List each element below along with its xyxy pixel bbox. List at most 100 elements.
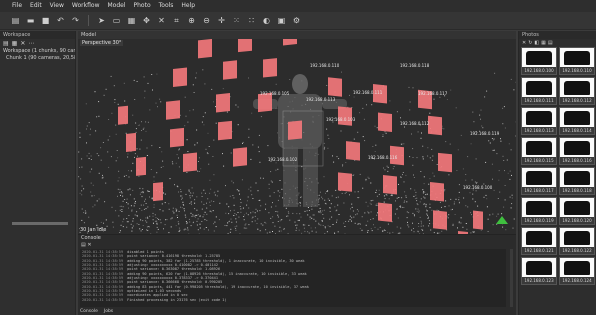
crop-icon[interactable]: ⌗: [171, 15, 182, 26]
point-cloud-dot: [501, 213, 503, 215]
point-cloud-dot: [181, 197, 183, 199]
point-cloud-dot: [408, 212, 410, 214]
point-cloud-dot: [491, 163, 493, 165]
region-icon[interactable]: ▦: [126, 15, 137, 26]
model-view[interactable]: Model 192.168.0.110 192.168.0.118 192.168.…: [78, 31, 516, 234]
point-cloud-dot: [135, 128, 137, 130]
point-cloud-dot: [108, 166, 110, 168]
point-cloud-dot: [254, 212, 256, 214]
cross-icon[interactable]: ✕: [156, 15, 167, 26]
rotate-region-icon[interactable]: ✥: [141, 15, 152, 26]
undo-icon[interactable]: ↶: [55, 15, 66, 26]
photo-thumbnail[interactable]: 192.168.0.116: [559, 137, 595, 165]
new-document-icon[interactable]: ▤: [10, 15, 21, 26]
points-view-icon[interactable]: ∷: [246, 15, 257, 26]
workspace-scrollbar[interactable]: [12, 222, 68, 225]
photo-thumbnail[interactable]: 192.168.0.112: [559, 77, 595, 105]
photo-thumbnail[interactable]: 192.168.0.110: [559, 47, 595, 75]
photos-remove-icon[interactable]: ✕: [522, 40, 526, 46]
point-cloud-dot: [117, 188, 119, 190]
model-tab[interactable]: Model: [78, 31, 516, 39]
console-scrollbar[interactable]: [510, 249, 513, 307]
zoom-in-icon[interactable]: ⊕: [186, 15, 197, 26]
point-cloud-dot: [275, 162, 277, 164]
chunk-item[interactable]: Chunk 1 (90 cameras, 20,582: [0, 55, 75, 62]
point-cloud-dot: [204, 211, 206, 213]
photo-thumbnail[interactable]: 192.168.0.124: [559, 257, 595, 285]
point-cloud-dot: [232, 182, 234, 184]
photo-label: 192.168.0.116: [560, 157, 594, 164]
photo-thumbnail[interactable]: 192.168.0.113: [521, 107, 557, 135]
menu-model[interactable]: Model: [107, 0, 125, 12]
photos-grid-icon[interactable]: ▦: [541, 40, 546, 46]
photo-thumbnail[interactable]: 192.168.0.122: [559, 227, 595, 255]
navigation-arrow-icon[interactable]: ➤: [96, 15, 107, 26]
point-cloud-dot: [108, 119, 110, 120]
photo-thumbnail[interactable]: 192.168.0.117: [521, 167, 557, 195]
point-cloud-dot: [149, 196, 150, 198]
menu-workflow[interactable]: Workflow: [72, 0, 100, 12]
point-cloud-dot: [126, 218, 128, 219]
photo-thumbnail[interactable]: 192.168.0.119: [521, 197, 557, 225]
point-cloud-dot: [300, 202, 301, 204]
grid-dots-icon[interactable]: ⁙: [231, 15, 242, 26]
point-cloud-dot: [315, 231, 317, 233]
menu-file[interactable]: File: [12, 0, 22, 12]
open-folder-icon[interactable]: ▬: [25, 15, 36, 26]
reset-view-icon[interactable]: ✛: [216, 15, 227, 26]
show-cameras-icon[interactable]: ▣: [276, 15, 287, 26]
remove-icon[interactable]: ✕: [20, 40, 25, 47]
point-cloud-dot: [429, 223, 431, 225]
redo-icon[interactable]: ↷: [70, 15, 81, 26]
point-cloud-dot: [194, 216, 196, 218]
console-log[interactable]: 2020-01-31 14:38:59 disabled 1 points 2020…: [80, 249, 506, 307]
point-cloud-dot: [351, 203, 353, 205]
point-cloud-dot: [184, 214, 186, 216]
point-cloud-dot: [126, 198, 128, 200]
photo-thumbnail[interactable]: 192.168.0.100: [521, 47, 557, 75]
photo-thumbnail[interactable]: 192.168.0.120: [559, 197, 595, 225]
point-cloud-dot: [229, 231, 231, 233]
point-cloud-dot: [285, 207, 287, 209]
photo-thumbnail[interactable]: 192.168.0.123: [521, 257, 557, 285]
add-photos-icon[interactable]: ▦: [12, 40, 18, 47]
model-shade-icon[interactable]: ◐: [261, 15, 272, 26]
point-cloud-dot: [436, 209, 438, 211]
point-cloud-dot: [235, 218, 237, 220]
photo-thumbnail[interactable]: 192.168.0.111: [521, 77, 557, 105]
menu-view[interactable]: View: [50, 0, 64, 12]
menu-photo[interactable]: Photo: [134, 0, 151, 12]
menu-edit[interactable]: Edit: [30, 0, 42, 12]
add-chunk-icon[interactable]: ▤: [3, 40, 9, 47]
point-cloud-dot: [402, 172, 404, 173]
menu-tools[interactable]: Tools: [159, 0, 174, 12]
point-cloud-dot: [207, 132, 209, 134]
photo-thumbnail[interactable]: 192.168.0.121: [521, 227, 557, 255]
photo-thumbnail[interactable]: 192.168.0.115: [521, 137, 557, 165]
workspace-root-item[interactable]: Workspace (1 chunks, 90 cameras): [0, 48, 75, 55]
point-cloud-dot: [450, 89, 452, 91]
settings-icon[interactable]: ⚙: [291, 15, 302, 26]
point-cloud-dot: [507, 172, 509, 174]
photo-thumbnail[interactable]: 192.168.0.118: [559, 167, 595, 195]
point-cloud-dot: [427, 218, 429, 219]
save-icon[interactable]: ■: [40, 15, 51, 26]
console-save-icon[interactable]: ▤: [81, 242, 86, 248]
model-viewport[interactable]: 192.168.0.110 192.168.0.118 192.168.0.111 1…: [78, 39, 516, 234]
point-cloud-dot: [465, 205, 467, 207]
point-cloud-dot: [147, 226, 149, 227]
menu-help[interactable]: Help: [181, 0, 195, 12]
zoom-out-icon[interactable]: ⊖: [201, 15, 212, 26]
point-cloud-dot: [406, 217, 408, 219]
tab-jobs[interactable]: Jobs: [104, 308, 113, 315]
tab-console[interactable]: Console: [80, 308, 98, 315]
photos-rotate-icon[interactable]: ↻: [528, 40, 532, 46]
point-cloud-dot: [180, 189, 182, 190]
photos-mask-icon[interactable]: ◧: [534, 40, 539, 46]
photo-thumbnail[interactable]: 192.168.0.114: [559, 107, 595, 135]
console-clear-icon[interactable]: ✕: [87, 242, 91, 248]
photos-view-icon[interactable]: ▤: [548, 40, 553, 46]
workspace-more-icon[interactable]: ⋯: [28, 40, 34, 47]
rectangle-select-icon[interactable]: ▭: [111, 15, 122, 26]
toolbar-divider: [88, 15, 89, 26]
